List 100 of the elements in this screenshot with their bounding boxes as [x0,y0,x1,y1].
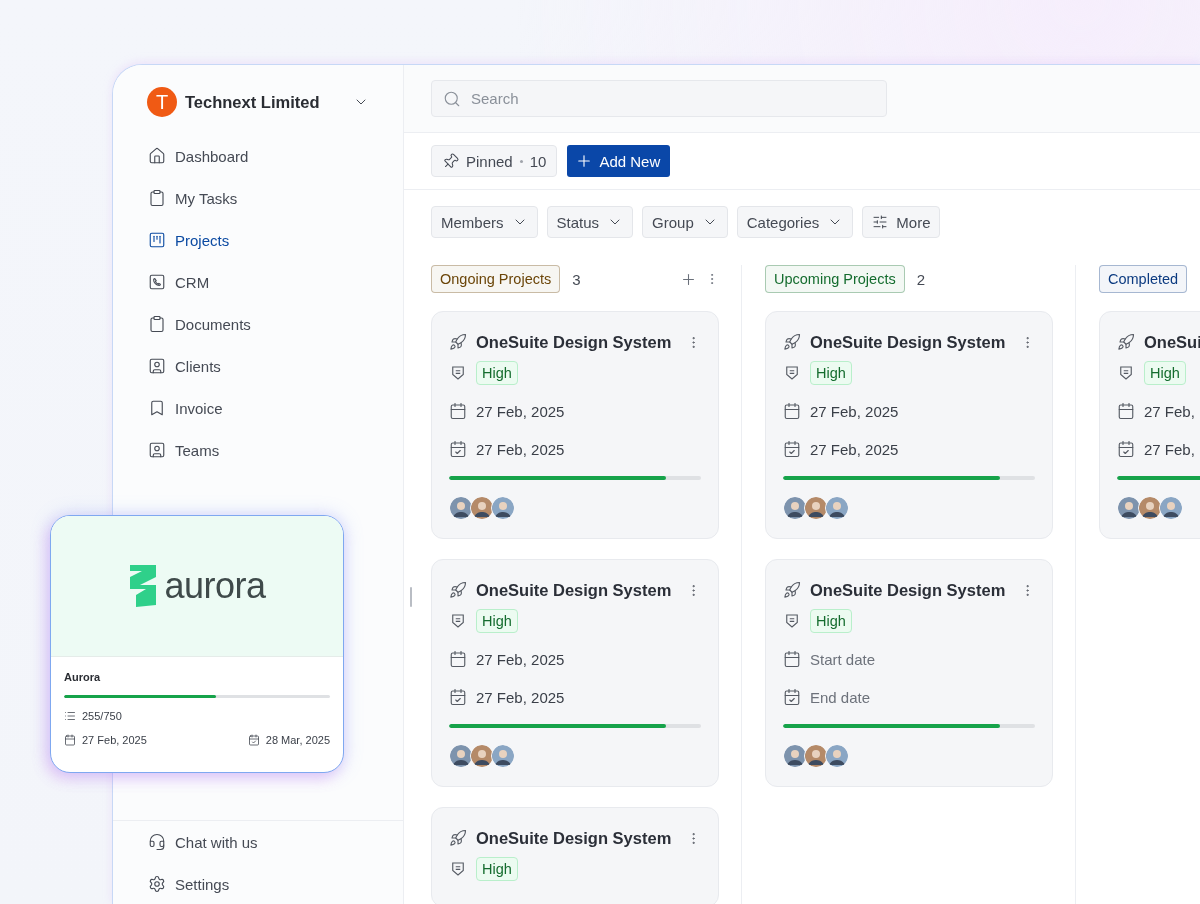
sidebar-item[interactable]: Documents [148,303,403,345]
filter-button[interactable]: Categories [736,206,854,238]
priority-icon [1117,364,1135,382]
calendar-icon [64,734,76,746]
user-card-icon [148,357,166,375]
avatar [783,496,807,520]
start-date: Start date [810,650,876,668]
calendar-check-icon [449,688,467,706]
search-icon [443,90,461,108]
search-field[interactable]: Search [431,80,887,117]
pinned-button[interactable]: Pinned 10 [431,145,558,177]
sidebar-item[interactable]: Clients [148,345,403,387]
avatar [825,496,849,520]
headset-icon [148,833,166,851]
sidebar-item[interactable]: Chat with us [148,821,403,863]
user-card-icon [148,441,166,459]
priority-tag: High [476,361,518,385]
status-tag: Completed [1099,265,1188,293]
end-date: 27 Feb, 2025 [476,440,565,458]
board-icon [148,231,166,249]
priority-icon [449,612,467,630]
bookmark-icon [148,399,166,417]
home-icon [148,147,166,165]
sidebar-item[interactable]: My Tasks [148,177,403,219]
list-icon [64,710,76,722]
clipboard-icon [148,315,166,333]
start-date: 27 Feb, 2025 [810,402,899,420]
card-title: OneSuite Design System [476,828,673,848]
filter-button[interactable]: More [862,206,941,238]
calendar-icon [449,402,467,420]
end-date: End date [810,688,871,706]
project-card[interactable]: OneSuite Design System High Start date End date [765,559,1053,787]
calendar-icon [1117,402,1135,420]
calendar-check-icon [449,440,467,458]
priority-icon [449,860,467,878]
rocket-icon [449,333,467,351]
calendar-check-icon [783,688,801,706]
calendar-check-icon [247,734,260,746]
avatar [825,744,849,768]
start-date: 27 Feb, 2025 [476,650,565,668]
sidebar-item[interactable]: Invoice [148,387,403,429]
sidebar-item[interactable]: Teams [148,429,403,471]
column-count: 2 [916,270,927,288]
filter-button[interactable]: Status [546,206,634,238]
priority-icon [783,612,801,630]
rocket-icon [783,581,801,599]
status-tag: Ongoing Projects [431,265,561,293]
priority-icon [783,364,801,382]
project-card[interactable]: OneSuite Design System High [431,807,719,904]
priority-tag: High [476,609,518,633]
card-title: OneSuite Design System [476,332,673,352]
resize-handle[interactable] [410,587,412,607]
rocket-icon [1117,333,1135,351]
logo-text: aurora [164,565,266,607]
sidebar-item[interactable]: Dashboard [148,135,403,177]
filter-button[interactable]: Group [642,206,728,238]
calendar-check-icon [1117,440,1135,458]
start-date: 27 Feb, 2025 [476,402,565,420]
phone-icon [148,273,166,291]
column-count: 3 [572,270,582,288]
project-card[interactable]: aurora Aurora 255/750 27 Feb, 2025 28 Mar, 2025 [50,515,344,773]
add-new-button[interactable]: Add New [567,145,671,177]
project-card[interactable]: OneSui High 27 Feb, 27 Feb, [1099,311,1200,539]
avatar [449,744,473,768]
start-date: 27 Feb, [1144,402,1195,420]
priority-tag: High [810,609,852,633]
priority-icon [449,364,467,382]
priority-tag: High [1144,361,1186,385]
card-title: OneSuite Design System [476,580,673,600]
end-date: 27 Feb, 2025 [476,688,565,706]
rocket-icon [449,829,467,847]
rocket-icon [783,333,801,351]
filter-button[interactable]: Members [431,206,538,238]
end-date: 28 Mar, 2025 [265,734,330,746]
sidebar-item[interactable]: Projects [148,219,403,261]
avatar [470,744,494,768]
settings-icon [148,875,166,893]
logo-icon [128,565,159,607]
sidebar-item[interactable]: CRM [148,261,403,303]
calendar-check-icon [783,440,801,458]
priority-tag: High [810,361,852,385]
end-date: 27 Feb, 2025 [810,440,899,458]
card-title: OneSuite Design System [810,580,1007,600]
sliders-icon [872,214,889,230]
avatar [1117,496,1141,520]
sidebar-item[interactable]: Settings [148,863,403,904]
avatar [491,496,515,520]
project-card[interactable]: OneSuite Design System High 27 Feb, 2025 27 Feb, 2025 [431,311,719,539]
avatar [470,496,494,520]
card-title: OneSui [1144,332,1200,352]
avatar [804,744,828,768]
avatar [1138,496,1162,520]
avatar [491,744,515,768]
org-logo: T [147,87,177,117]
project-card[interactable]: OneSuite Design System High 27 Feb, 2025 27 Feb, 2025 [431,559,719,787]
rocket-icon [449,581,467,599]
avatar [783,744,807,768]
card-title: OneSuite Design System [810,332,1007,352]
project-card[interactable]: OneSuite Design System High 27 Feb, 2025 27 Feb, 2025 [765,311,1053,539]
avatar [1159,496,1183,520]
